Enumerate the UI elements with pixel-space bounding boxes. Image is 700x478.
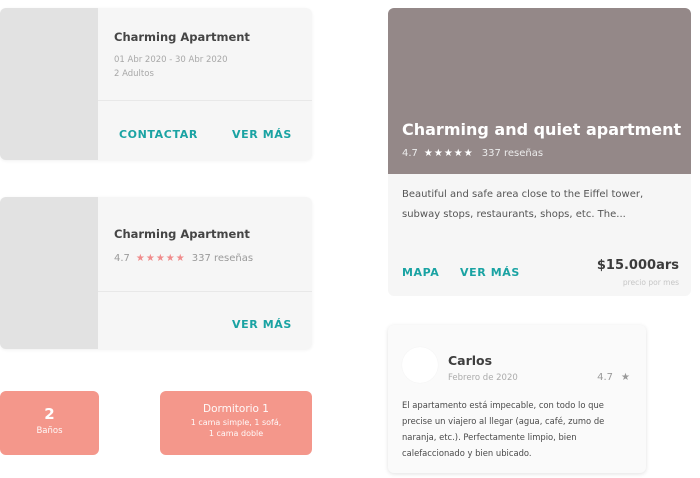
divider	[98, 291, 312, 292]
review-score: 4.7 ★	[597, 372, 630, 383]
featured-description: Beautiful and safe area close to the Eif…	[402, 189, 644, 220]
bedroom-title: Dormitorio 1	[202, 403, 269, 415]
rating-value: 4.7	[114, 253, 130, 264]
listing-rating: 4.7 ★★★★★ 337 reseñas	[114, 253, 253, 264]
bedroom-beds-line1: 1 cama simple, 1 sofá,	[190, 418, 282, 427]
featured-rating: 4.7 ★★★★★ 337 reseñas	[402, 148, 543, 159]
listing-card: Charming Apartment 4.7 ★★★★★ 337 reseñas V…	[0, 197, 312, 349]
apartment-thumbnail	[0, 8, 98, 160]
map-button[interactable]: MAPA	[402, 266, 439, 279]
see-more-button[interactable]: VER MÁS	[232, 318, 292, 331]
stars-icon: ★★★★★	[135, 253, 186, 264]
see-more-button[interactable]: VER MÁS	[232, 128, 292, 141]
reviewer-name: Carlos	[448, 353, 493, 368]
booking-guests: 2 Adultos	[114, 69, 154, 79]
bedroom-tile: Dormitorio 1 1 cama simple, 1 sofá, 1 ca…	[160, 391, 312, 455]
baths-count: 2	[44, 405, 55, 423]
baths-tile: 2 Baños	[0, 391, 99, 455]
review-count: 337 reseñas	[191, 253, 254, 264]
bedroom-beds-line2: 1 cama doble	[208, 429, 264, 438]
stars-icon: ★★★★★	[423, 148, 474, 159]
booking-card: Charming Apartment 01 Abr 2020 - 30 Abr …	[0, 8, 312, 160]
see-more-button[interactable]: VER MÁS	[460, 266, 520, 279]
rating-value: 4.7	[402, 148, 418, 159]
avatar	[402, 347, 438, 383]
divider	[98, 100, 312, 101]
apartment-thumbnail	[0, 197, 98, 349]
review-count: 337 reseñas	[481, 148, 544, 159]
review-text: El apartamento está impecable, con todo …	[402, 400, 605, 458]
listing-title: Charming Apartment	[114, 227, 250, 241]
booking-title: Charming Apartment	[114, 30, 250, 44]
score-value: 4.7	[597, 372, 614, 383]
featured-listing-card: Charming and quiet apartment 4.7 ★★★★★ 337…	[388, 8, 691, 296]
featured-title: Charming and quiet apartment	[402, 120, 682, 139]
price: $15.000ars	[596, 258, 679, 273]
booking-dates: 01 Abr 2020 - 30 Abr 2020	[114, 55, 228, 65]
review-date: Febrero de 2020	[448, 373, 518, 383]
baths-label: Baños	[36, 426, 63, 436]
review-card: Carlos Febrero de 2020 4.7 ★ El apartamen…	[388, 325, 646, 473]
contact-button[interactable]: CONTACTAR	[119, 128, 198, 141]
price-period: precio por mes	[622, 278, 679, 287]
star-icon: ★	[621, 372, 630, 383]
